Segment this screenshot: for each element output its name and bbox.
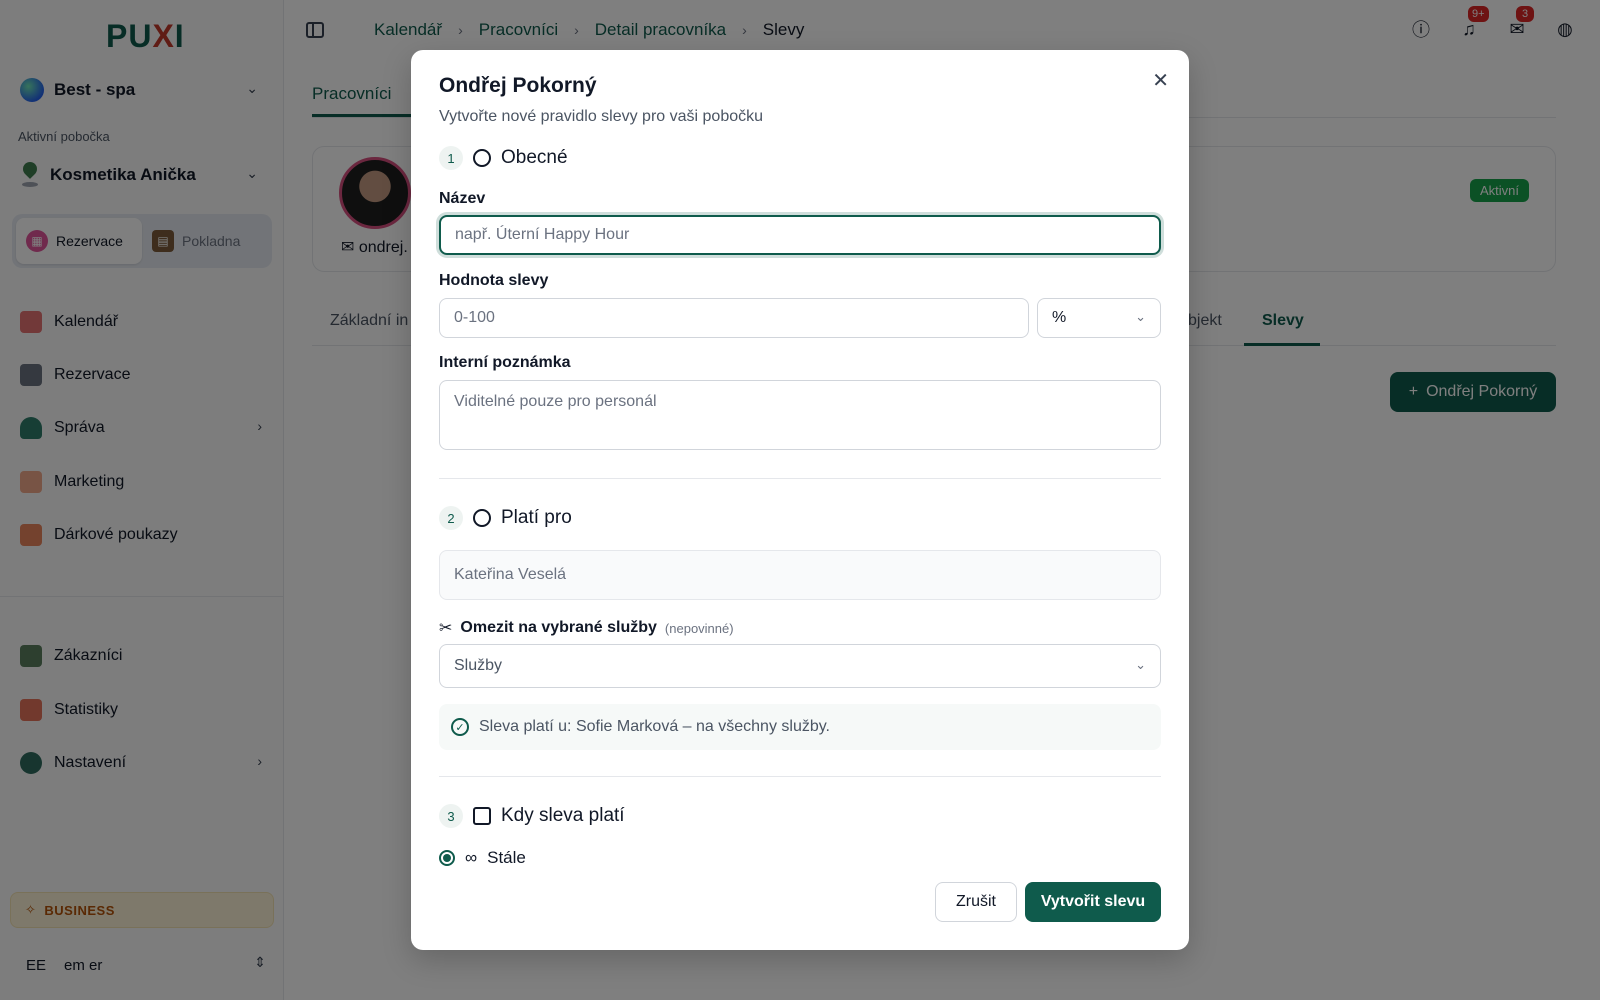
worker-value: Kateřina Veselá (454, 566, 567, 583)
step-when: 3 Kdy sleva platí (439, 804, 625, 828)
section-divider (439, 478, 1161, 479)
step-general: 1 Obecné (439, 146, 568, 170)
percent-badge-icon (473, 149, 491, 167)
unit-value: % (1052, 309, 1067, 326)
step-number: 1 (439, 146, 463, 170)
value-label: Hodnota slevy (439, 272, 549, 289)
note-placeholder: Viditelné pouze pro personál (454, 393, 657, 410)
scissors-icon: ✂ (439, 620, 453, 637)
create-discount-button[interactable]: Vytvořit slevu (1025, 882, 1161, 922)
check-circle-icon: ✓ (451, 718, 469, 736)
calendar-clock-icon (473, 807, 491, 825)
optional-hint: (nepovinné) (664, 620, 734, 636)
name-label: Název (439, 190, 486, 207)
applies-summary-text: Sleva platí u: Sofie Marková – na všechn… (479, 718, 830, 735)
step-number: 2 (439, 506, 463, 530)
chevron-down-icon: ⌄ (1135, 309, 1146, 324)
services-select[interactable]: Služby ⌄ (439, 644, 1161, 688)
value-placeholder: 0-100 (454, 309, 495, 326)
note-label: Interní poznámka (439, 354, 571, 371)
option-always-label: Stále (487, 848, 526, 867)
unit-select[interactable]: % ⌄ (1037, 298, 1161, 338)
radio-selected[interactable] (439, 850, 455, 866)
step-title: Kdy sleva platí (501, 805, 625, 826)
limit-services-label: ✂ Omezit na vybrané služby (nepovinné) (439, 618, 734, 638)
cancel-button[interactable]: Zrušit (935, 882, 1017, 922)
limit-label-text: Omezit na vybrané služby (460, 619, 657, 636)
close-icon[interactable]: ✕ (1152, 68, 1169, 93)
step-title: Platí pro (501, 507, 572, 528)
name-input[interactable]: např. Úterní Happy Hour (439, 215, 1161, 255)
chevron-down-icon: ⌄ (1135, 657, 1146, 672)
create-discount-dialog: ✕ Ondřej Pokorný Vytvořte nové pravidlo … (411, 50, 1189, 950)
dialog-subtitle: Vytvořte nové pravidlo slevy pro vaši po… (439, 108, 764, 125)
step-title: Obecné (501, 147, 568, 168)
dialog-title: Ondřej Pokorný (439, 74, 597, 97)
services-placeholder: Služby (454, 657, 503, 674)
step-number: 3 (439, 804, 463, 828)
applies-summary: ✓ Sleva platí u: Sofie Marková – na všec… (439, 704, 1161, 750)
note-textarea[interactable]: Viditelné pouze pro personál (439, 380, 1161, 450)
step-applies-to: 2 Platí pro (439, 506, 572, 530)
infinity-icon: ∞ (465, 848, 478, 867)
worker-field: Kateřina Veselá (439, 550, 1161, 600)
section-divider (439, 776, 1161, 777)
target-icon (473, 509, 491, 527)
name-placeholder: např. Úterní Happy Hour (455, 226, 630, 243)
value-input[interactable]: 0-100 (439, 298, 1029, 338)
option-always[interactable]: ∞ Stále (439, 848, 526, 868)
